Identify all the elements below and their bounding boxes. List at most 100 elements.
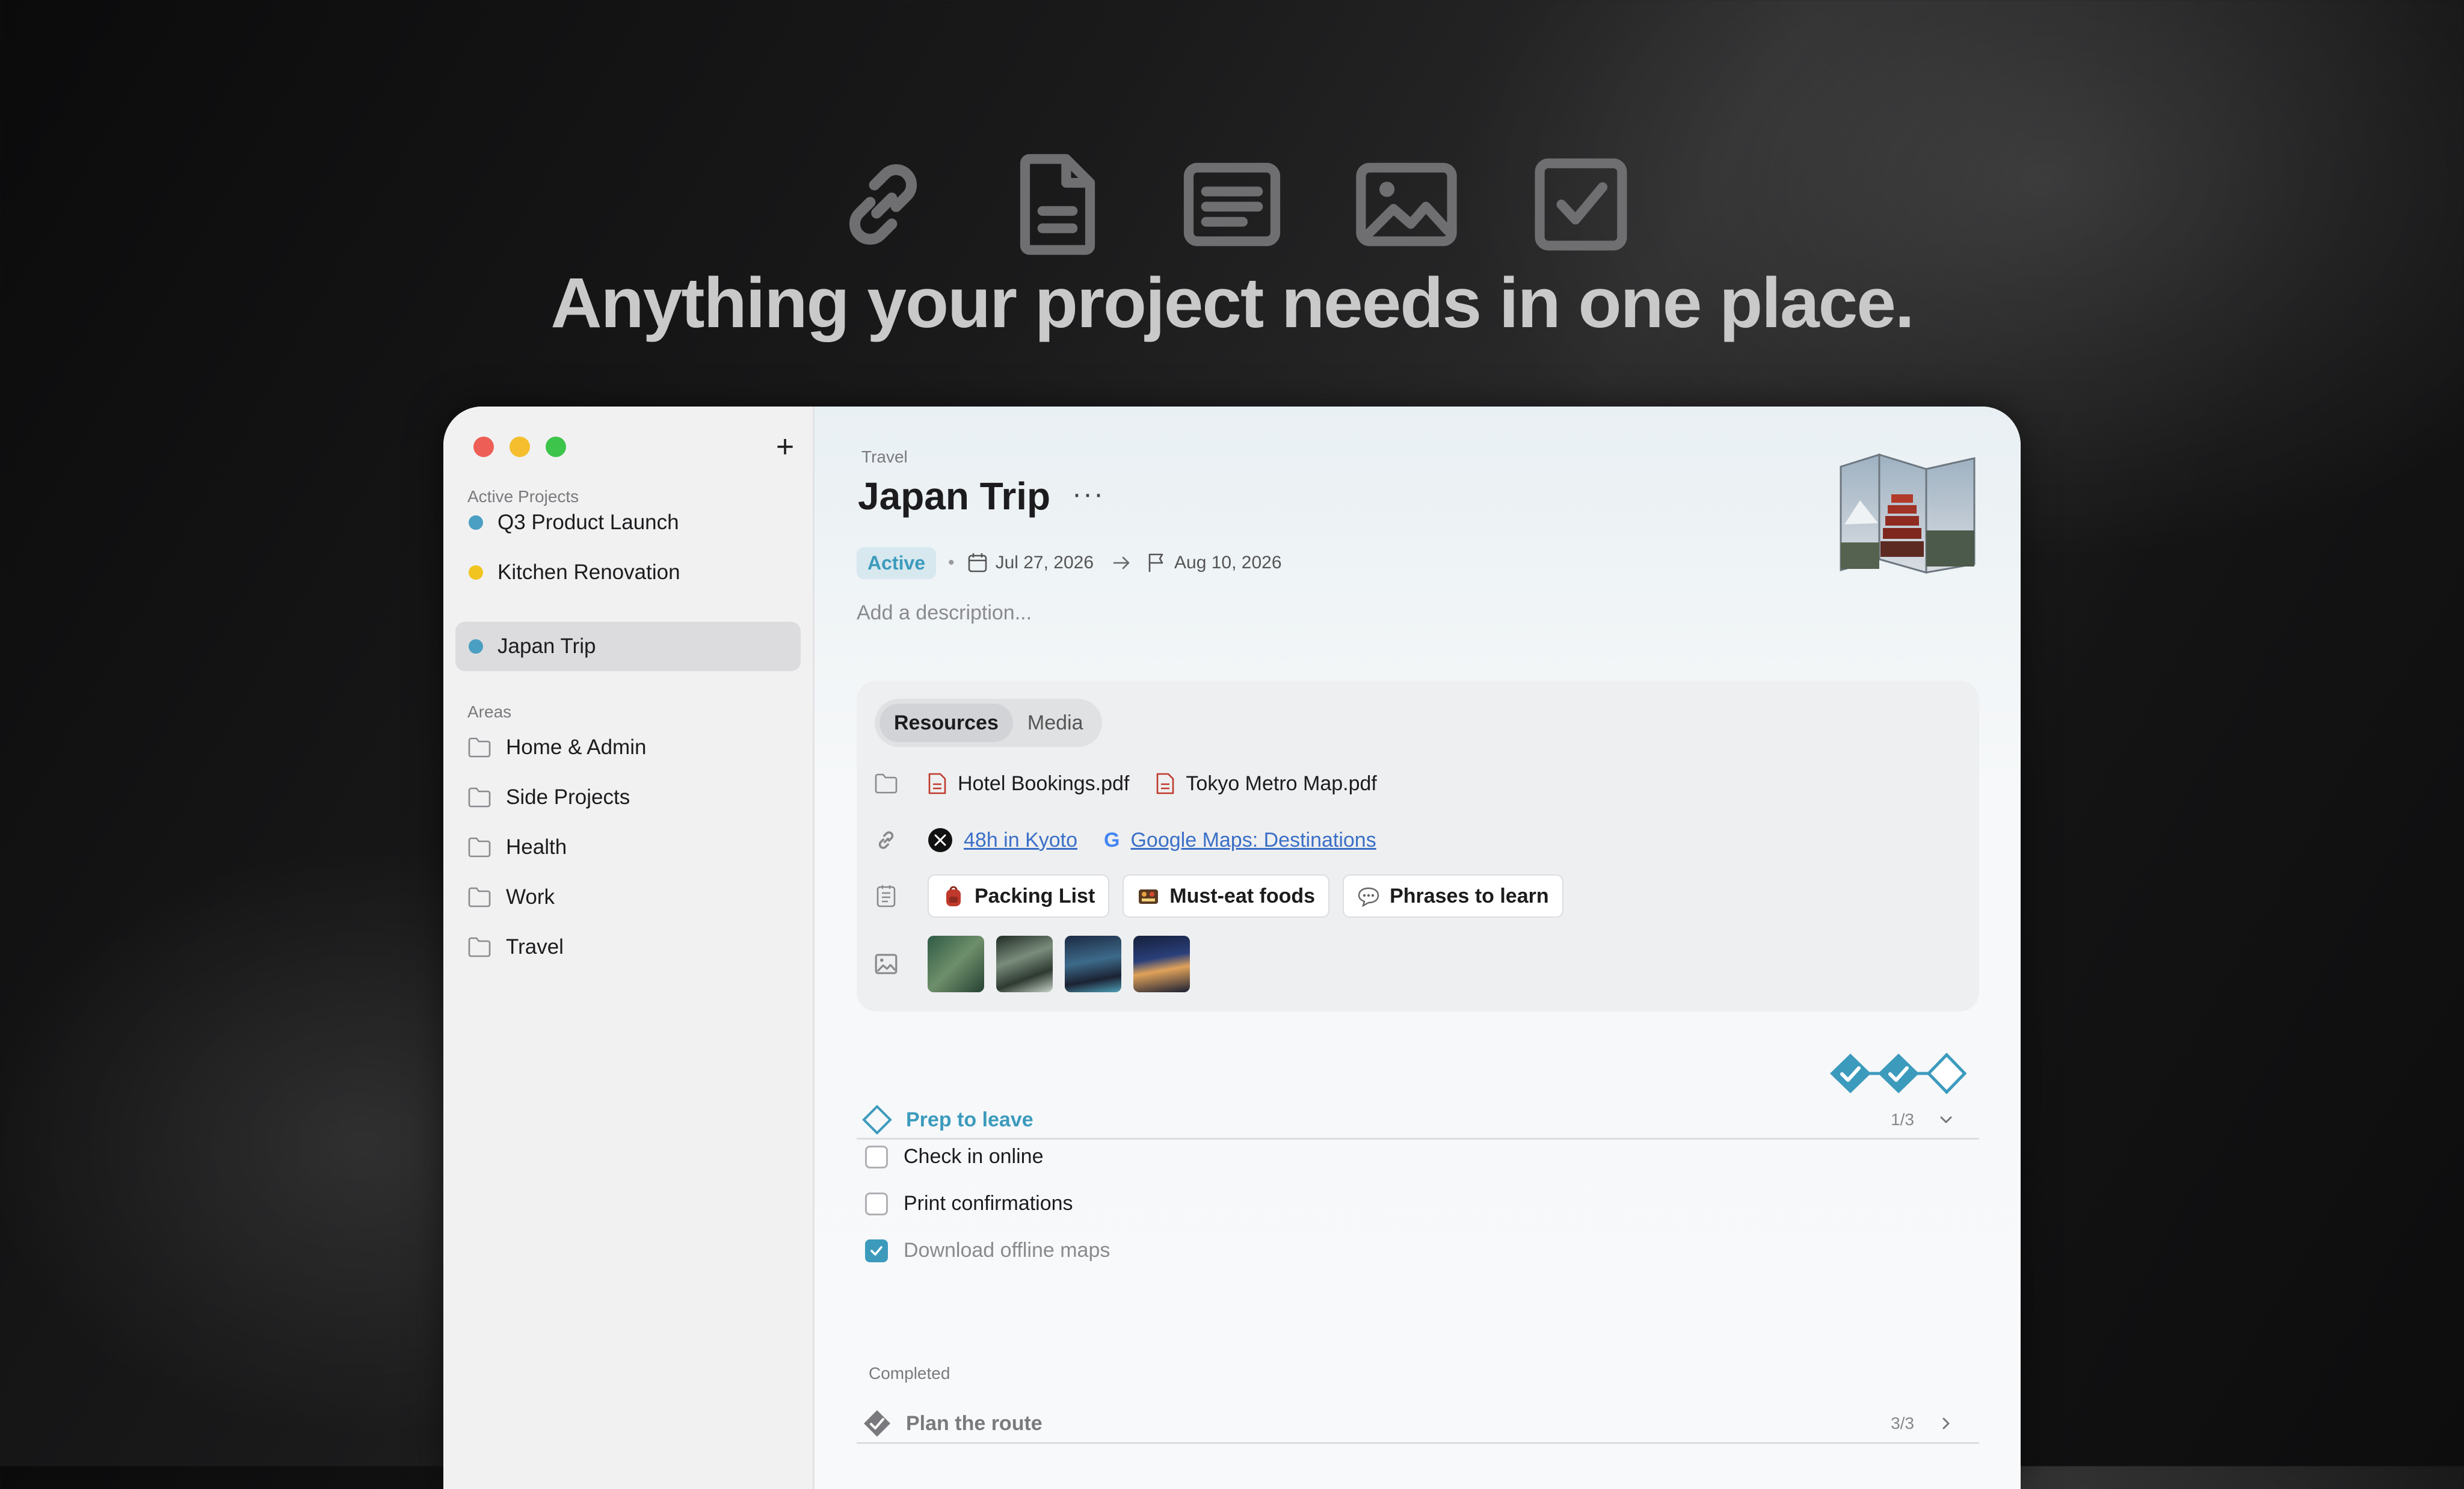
notes-row: Packing List Must-eat foods Phrases to l… (872, 874, 1577, 918)
image-icon (872, 950, 900, 978)
note-chip-packing-list[interactable]: Packing List (928, 874, 1110, 918)
headline: Anything your project needs in one place… (550, 263, 1914, 343)
sidebar-item-work[interactable]: Work (455, 873, 801, 922)
completed-section-title: Plan the route (906, 1411, 1043, 1435)
note-title: Must-eat foods (1169, 884, 1316, 907)
media-thumbnail[interactable] (928, 936, 984, 992)
sidebar-item-label: Kitchen Renovation (497, 560, 680, 584)
sidebar-item-side-projects[interactable]: Side Projects (455, 773, 801, 822)
media-thumbnail[interactable] (996, 936, 1053, 992)
folder-icon (468, 887, 491, 907)
link-chip-48h-in-kyoto[interactable]: 48h in Kyoto (928, 827, 1077, 853)
add-project-button[interactable]: + (767, 426, 803, 468)
task-checkbox-checked[interactable] (865, 1239, 888, 1262)
window-controls (473, 437, 566, 457)
task-checkbox[interactable] (865, 1192, 888, 1215)
breadcrumb[interactable]: Travel (861, 447, 908, 467)
speech-bubble-icon (1358, 887, 1379, 907)
task-checkbox[interactable] (865, 1145, 888, 1168)
folder-icon (468, 937, 491, 957)
hero-icon-row (0, 150, 2464, 259)
milestone-done-icon (1830, 1054, 1871, 1093)
task-item[interactable]: Check in online (865, 1145, 1043, 1168)
completed-section-row[interactable]: Plan the route 3/3 (857, 1405, 1979, 1444)
more-options-button[interactable]: ··· (1072, 477, 1104, 511)
calendar-icon (968, 553, 987, 573)
project-color-dot (469, 639, 483, 654)
link-chip-google-maps[interactable]: G Google Maps: Destinations (1104, 829, 1376, 852)
file-name: Hotel Bookings.pdf (958, 772, 1130, 795)
task-item[interactable]: Print confirmations (865, 1192, 1073, 1215)
sidebar-item-q3-product-launch[interactable]: Q3 Product Launch (455, 498, 801, 547)
media-thumbnail[interactable] (1133, 936, 1190, 992)
checklist-section-header[interactable]: Prep to leave 1/3 (857, 1102, 1979, 1140)
note-chip-phrases-to-learn[interactable]: Phrases to learn (1343, 874, 1563, 918)
document-icon (1003, 150, 1112, 259)
milestone-progress (1830, 1052, 1967, 1094)
file-chip-tokyo-metro-map[interactable]: Tokyo Metro Map.pdf (1156, 772, 1377, 796)
bento-icon (1139, 889, 1159, 904)
note-chip-must-eat-foods[interactable]: Must-eat foods (1123, 874, 1330, 918)
note-title: Packing List (975, 884, 1095, 907)
file-chip-hotel-bookings[interactable]: Hotel Bookings.pdf (928, 772, 1129, 796)
project-detail: Travel Japan Trip ··· Active • Jul 27, 2… (815, 407, 2021, 1489)
tab-resources[interactable]: Resources (879, 704, 1013, 742)
completed-section-count: 3/3 (1891, 1414, 1914, 1432)
google-favicon: G (1104, 828, 1120, 852)
sidebar-item-kitchen-renovation[interactable]: Kitchen Renovation (455, 548, 801, 597)
folder-icon (872, 770, 900, 797)
section-title: Prep to leave (906, 1108, 1033, 1131)
section-count: 1/3 (1891, 1110, 1914, 1129)
media-thumbnail[interactable] (1065, 936, 1121, 992)
milestone-pending-icon (1926, 1052, 1967, 1094)
tab-media[interactable]: Media (1013, 704, 1098, 742)
note-icon (872, 882, 900, 910)
close-window-button[interactable] (473, 437, 494, 457)
minimize-window-button[interactable] (510, 437, 530, 457)
completed-label: Completed (869, 1364, 950, 1383)
link-text: 48h in Kyoto (964, 828, 1078, 852)
completed-diamond-icon (864, 1410, 890, 1437)
folder-icon (468, 737, 491, 758)
start-date[interactable]: Jul 27, 2026 (996, 553, 1094, 573)
sidebar-item-label: Work (506, 885, 555, 909)
link-icon (872, 826, 900, 854)
project-meta: Active • Jul 27, 2026 Aug 10, 2026 (857, 546, 1282, 580)
sidebar-item-travel[interactable]: Travel (455, 923, 801, 972)
chevron-down-icon[interactable] (1937, 1111, 1955, 1129)
sidebar-item-label: Side Projects (506, 785, 630, 809)
status-badge[interactable]: Active (857, 547, 937, 579)
sidebar-item-japan-trip[interactable]: Japan Trip (455, 622, 801, 671)
files-row: Hotel Bookings.pdf Tokyo Metro Map.pdf (872, 770, 1403, 797)
link-text: Google Maps: Destinations (1130, 828, 1376, 852)
task-item[interactable]: Download offline maps (865, 1239, 1110, 1262)
resources-tab-switcher: Resources Media (875, 699, 1103, 747)
folder-icon (468, 787, 491, 808)
arrow-right-icon (1113, 556, 1130, 570)
sidebar-item-health[interactable]: Health (455, 823, 801, 872)
zoom-window-button[interactable] (546, 437, 566, 457)
description-field[interactable]: Add a description... (857, 601, 1032, 625)
project-cover-image[interactable] (1836, 452, 1979, 574)
links-row: 48h in Kyoto G Google Maps: Destinations (872, 826, 1403, 854)
app-window: + Active Projects Q3 Product Launch Kitc… (443, 407, 2021, 1489)
flag-icon (1148, 553, 1163, 572)
section-diamond-icon (862, 1105, 892, 1135)
meta-separator: • (948, 553, 955, 573)
task-label: Print confirmations (904, 1192, 1073, 1215)
site-favicon (928, 828, 952, 852)
image-icon (1352, 150, 1461, 259)
end-date[interactable]: Aug 10, 2026 (1174, 553, 1282, 573)
milestone-done-icon (1878, 1054, 1919, 1093)
checkbox-icon (1527, 150, 1635, 259)
sidebar-item-home-admin[interactable]: Home & Admin (455, 723, 801, 772)
task-label: Download offline maps (904, 1239, 1110, 1262)
chevron-right-icon[interactable] (1937, 1414, 1955, 1432)
link-icon (829, 150, 937, 259)
project-color-dot (469, 565, 483, 580)
project-color-dot (469, 515, 483, 530)
page-title[interactable]: Japan Trip (858, 474, 1050, 518)
media-row (872, 936, 1202, 992)
note-title: Phrases to learn (1390, 884, 1549, 907)
backpack-icon (946, 886, 961, 906)
